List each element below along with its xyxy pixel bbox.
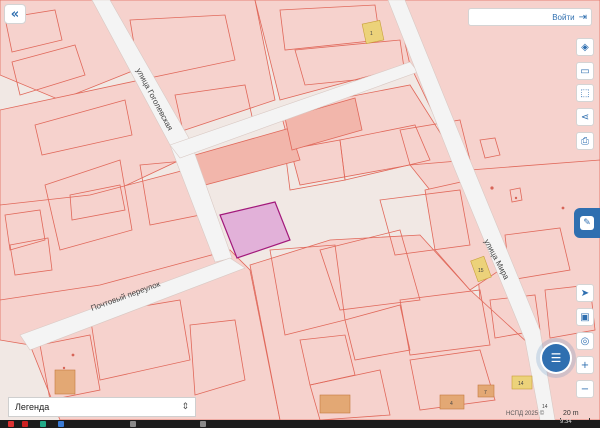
legend-label: Легенда	[15, 402, 50, 412]
login-button[interactable]: Войти ⇥	[468, 8, 592, 26]
share-button[interactable]: ⋖	[576, 108, 594, 126]
legend-select[interactable]: Легенда ⇕	[8, 397, 196, 417]
info-tab-button[interactable]: ✎	[574, 208, 600, 238]
locate-icon: ➤	[580, 287, 590, 299]
house-number: 4	[450, 401, 453, 407]
scale-label: 20 m	[563, 410, 579, 417]
zoom-in-icon: +	[580, 359, 590, 371]
cadastral-map[interactable]: 1 15 7 14 4 14 улица Гоголевская улица М…	[0, 0, 600, 428]
double-chevron-left-icon: «	[10, 6, 20, 22]
fullscreen-button[interactable]: ▣	[576, 308, 594, 326]
house-number: 7	[484, 390, 487, 396]
attribution: НСПД 2025 ©	[506, 411, 545, 417]
share-icon: ⋖	[580, 111, 590, 123]
print-button[interactable]: ⎙	[576, 132, 594, 150]
house-number: 1	[370, 31, 373, 37]
info-icon: ✎	[580, 216, 594, 230]
layers-button[interactable]: ◈	[576, 38, 594, 56]
clock: 9:34	[560, 419, 572, 425]
select-area-button[interactable]: ⬚	[576, 84, 594, 102]
fullscreen-icon: ▣	[580, 311, 590, 323]
login-label: Войти	[552, 12, 575, 22]
house-number: 14	[518, 381, 524, 387]
house-number: 14	[542, 404, 548, 410]
collapse-panel-button[interactable]: «	[4, 4, 26, 24]
list-button[interactable]: ☰	[542, 344, 570, 372]
zoom-out-button[interactable]: −	[576, 380, 594, 398]
taskbar-app-icon[interactable]	[8, 421, 14, 427]
layers-icon: ◈	[581, 41, 589, 53]
card-icon: ▭	[580, 65, 590, 77]
card-button[interactable]: ▭	[576, 62, 594, 80]
taskbar-app-icon[interactable]	[40, 421, 46, 427]
house-number: 15	[478, 268, 484, 274]
taskbar-app-icon[interactable]	[22, 421, 28, 427]
measure-button[interactable]: ◎	[576, 332, 594, 350]
taskbar-app-icon[interactable]	[200, 421, 206, 427]
list-icon: ☰	[550, 351, 562, 365]
taskbar-app-icon[interactable]	[130, 421, 136, 427]
taskbar-app-icon[interactable]	[58, 421, 64, 427]
taskbar	[0, 420, 600, 428]
chevron-up-down-icon: ⇕	[181, 402, 189, 412]
zoom-in-button[interactable]: +	[576, 356, 594, 374]
zoom-out-icon: −	[580, 383, 590, 395]
select-area-icon: ⬚	[580, 87, 590, 99]
measure-icon: ◎	[580, 335, 590, 347]
login-icon: ⇥	[578, 11, 587, 23]
print-icon: ⎙	[581, 135, 589, 147]
locate-button[interactable]: ➤	[576, 284, 594, 302]
